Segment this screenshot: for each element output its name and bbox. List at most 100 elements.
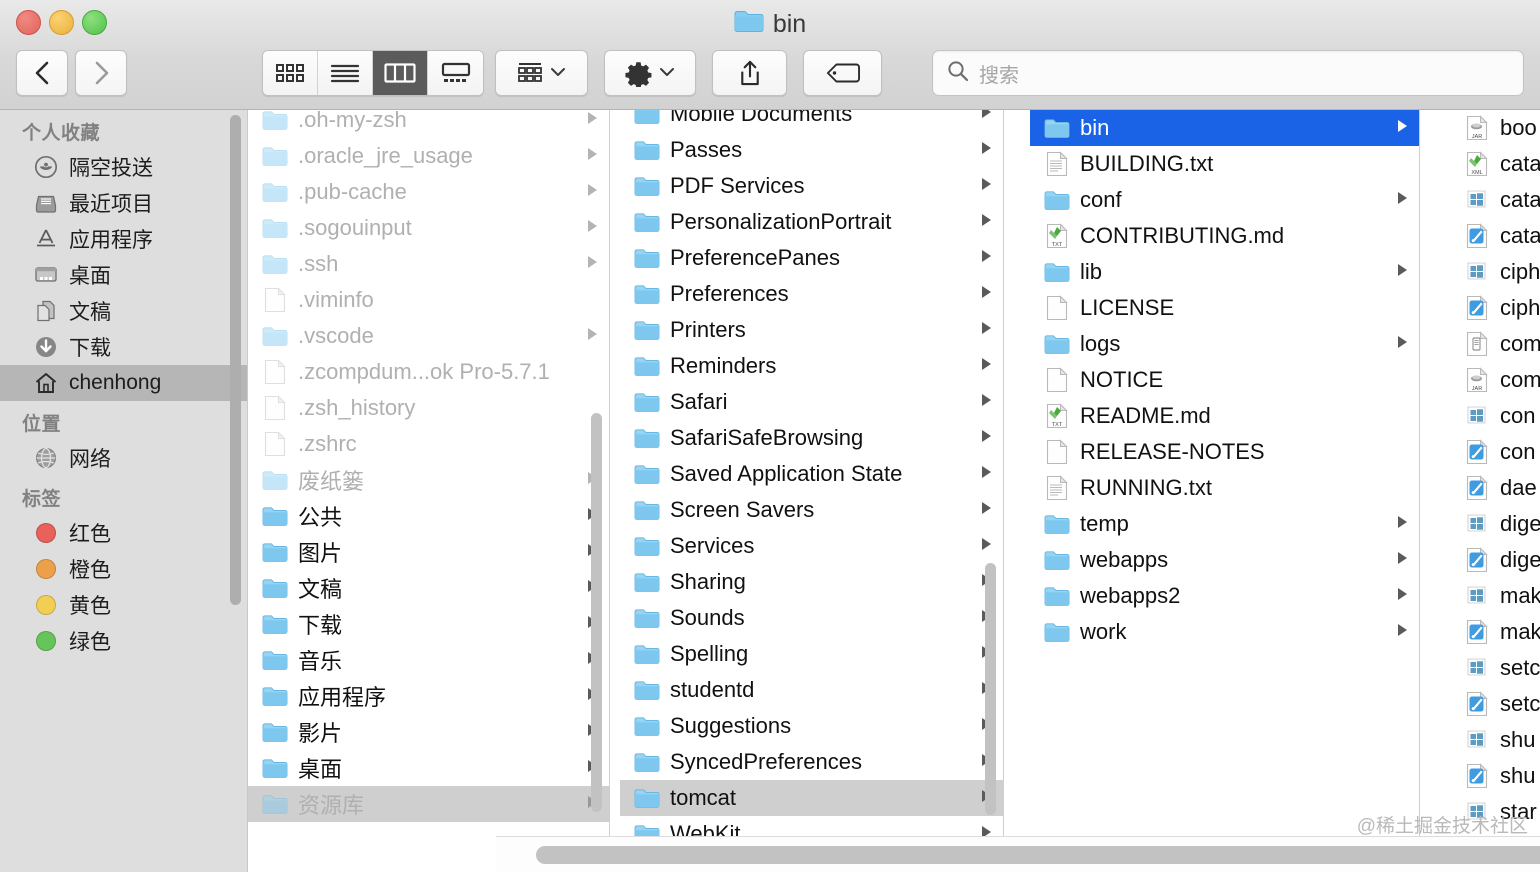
file-row[interactable]: Saved Application State [620, 456, 1003, 492]
file-row[interactable]: Sharing [620, 564, 1003, 600]
file-row[interactable]: 资源库 [248, 786, 609, 822]
back-button[interactable] [16, 50, 68, 96]
file-row[interactable]: 影片 [248, 714, 609, 750]
file-row[interactable]: 文稿 [248, 570, 609, 606]
tag-button[interactable] [803, 50, 882, 96]
share-button[interactable] [712, 50, 787, 96]
disclosure-arrow-icon[interactable] [980, 248, 993, 268]
sidebar-item-绿色[interactable]: 绿色 [0, 623, 247, 659]
file-row[interactable]: mak [1450, 578, 1540, 614]
disclosure-arrow-icon[interactable] [980, 356, 993, 376]
file-row[interactable]: 公共 [248, 498, 609, 534]
file-row[interactable]: mak [1450, 614, 1540, 650]
file-row[interactable]: PersonalizationPortrait [620, 204, 1003, 240]
disclosure-arrow-icon[interactable] [1396, 334, 1409, 354]
file-row[interactable]: .oracle_jre_usage [248, 138, 609, 174]
file-row[interactable]: cata [1450, 218, 1540, 254]
file-row[interactable]: tomcat [620, 780, 1003, 816]
file-row[interactable]: Printers [620, 312, 1003, 348]
view-mode-segmented-control[interactable] [262, 50, 484, 96]
file-row[interactable]: .oh-my-zsh [248, 110, 609, 138]
disclosure-arrow-icon[interactable] [980, 536, 993, 556]
file-row[interactable]: Spelling [620, 636, 1003, 672]
file-row[interactable]: RELEASE-NOTES [1030, 434, 1419, 470]
file-row[interactable]: 桌面 [248, 750, 609, 786]
disclosure-arrow-icon[interactable] [980, 284, 993, 304]
disclosure-arrow-icon[interactable] [1396, 190, 1409, 210]
file-row[interactable]: ciph [1450, 254, 1540, 290]
file-row[interactable]: setc [1450, 686, 1540, 722]
file-row[interactable]: com [1450, 326, 1540, 362]
icon-view-button[interactable] [263, 51, 318, 95]
file-row[interactable]: TXT README.md [1030, 398, 1419, 434]
file-row[interactable]: shu [1450, 758, 1540, 794]
file-row[interactable]: Mobile Documents [620, 110, 1003, 132]
disclosure-arrow-icon[interactable] [1396, 550, 1409, 570]
file-row[interactable]: con [1450, 434, 1540, 470]
disclosure-arrow-icon[interactable] [586, 218, 599, 238]
file-row[interactable]: lib [1030, 254, 1419, 290]
sidebar-item-黄色[interactable]: 黄色 [0, 587, 247, 623]
file-row[interactable]: .pub-cache [248, 174, 609, 210]
file-row[interactable]: BUILDING.txt [1030, 146, 1419, 182]
file-row[interactable]: PDF Services [620, 168, 1003, 204]
disclosure-arrow-icon[interactable] [1396, 514, 1409, 534]
file-row[interactable]: .ssh [248, 246, 609, 282]
column-scrollbar[interactable] [985, 563, 996, 815]
file-row[interactable]: dige [1450, 542, 1540, 578]
file-row[interactable]: webapps2 [1030, 578, 1419, 614]
disclosure-arrow-icon[interactable] [1396, 586, 1409, 606]
action-button[interactable] [604, 50, 696, 96]
disclosure-arrow-icon[interactable] [980, 500, 993, 520]
file-row[interactable]: Reminders [620, 348, 1003, 384]
disclosure-arrow-icon[interactable] [1396, 118, 1409, 138]
forward-button[interactable] [75, 50, 127, 96]
file-row[interactable]: SafariSafeBrowsing [620, 420, 1003, 456]
file-row[interactable]: conf [1030, 182, 1419, 218]
disclosure-arrow-icon[interactable] [586, 110, 599, 130]
file-row[interactable]: NOTICE [1030, 362, 1419, 398]
file-row[interactable]: .viminfo [248, 282, 609, 318]
file-row[interactable]: Passes [620, 132, 1003, 168]
disclosure-arrow-icon[interactable] [980, 464, 993, 484]
file-row[interactable]: .zshrc [248, 426, 609, 462]
file-row[interactable]: 下载 [248, 606, 609, 642]
file-row[interactable]: cata [1450, 182, 1540, 218]
disclosure-arrow-icon[interactable] [586, 182, 599, 202]
file-row[interactable]: Preferences [620, 276, 1003, 312]
file-row[interactable]: .zsh_history [248, 390, 609, 426]
file-row[interactable]: Safari [620, 384, 1003, 420]
file-row[interactable]: Services [620, 528, 1003, 564]
disclosure-arrow-icon[interactable] [586, 146, 599, 166]
list-view-button[interactable] [318, 51, 373, 95]
file-row[interactable]: shu [1450, 722, 1540, 758]
file-row[interactable]: WebKit [620, 816, 1003, 836]
file-row[interactable]: 图片 [248, 534, 609, 570]
file-row[interactable]: webapps [1030, 542, 1419, 578]
file-row[interactable]: SyncedPreferences [620, 744, 1003, 780]
disclosure-arrow-icon[interactable] [980, 140, 993, 160]
file-row[interactable]: con [1450, 398, 1540, 434]
disclosure-arrow-icon[interactable] [980, 110, 993, 124]
gallery-view-button[interactable] [428, 51, 483, 95]
file-row[interactable]: bin [1030, 110, 1419, 146]
file-row[interactable]: PreferencePanes [620, 240, 1003, 276]
file-row[interactable]: XML cata [1450, 146, 1540, 182]
file-row[interactable]: setc [1450, 650, 1540, 686]
file-row[interactable]: studentd [620, 672, 1003, 708]
sidebar-scrollbar[interactable] [230, 115, 241, 605]
sidebar-item-橙色[interactable]: 橙色 [0, 551, 247, 587]
file-row[interactable]: logs [1030, 326, 1419, 362]
file-row[interactable]: JAR com [1450, 362, 1540, 398]
file-row[interactable]: TXT CONTRIBUTING.md [1030, 218, 1419, 254]
file-row[interactable]: Screen Savers [620, 492, 1003, 528]
file-row[interactable]: ciph [1450, 290, 1540, 326]
sidebar-item-下载[interactable]: 下载 [0, 329, 247, 365]
disclosure-arrow-icon[interactable] [980, 392, 993, 412]
horizontal-scrollbar-thumb[interactable] [536, 846, 1540, 864]
disclosure-arrow-icon[interactable] [586, 254, 599, 274]
file-row[interactable]: .vscode [248, 318, 609, 354]
column-scrollbar[interactable] [591, 413, 602, 812]
disclosure-arrow-icon[interactable] [980, 824, 993, 836]
sidebar-item-网络[interactable]: 网络 [0, 440, 247, 476]
